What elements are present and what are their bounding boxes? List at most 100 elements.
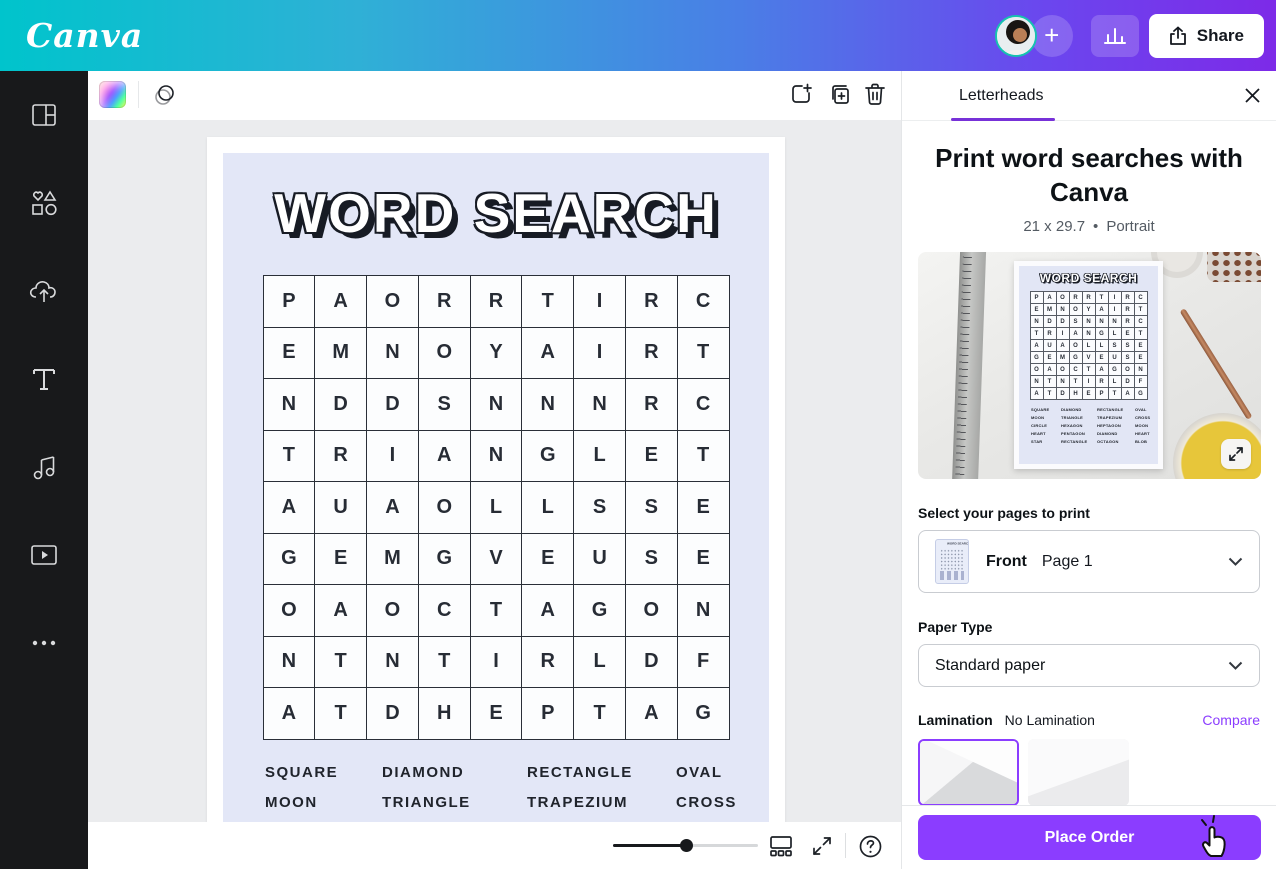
word-list-item: DIAMOND: [382, 764, 527, 781]
word-list-item: RECTANGLE: [1061, 439, 1097, 444]
grid-cell: S: [419, 379, 470, 430]
grid-cell: N: [471, 431, 522, 482]
delete-page-icon[interactable]: [863, 82, 887, 107]
close-icon: [1243, 86, 1262, 105]
editor-area: WORD SEARCH PAORRTIRCEMNOYAIRTNDDSNNNRCT…: [88, 71, 901, 869]
overlapping-circles-button[interactable]: [151, 81, 179, 114]
grid-cell: R: [626, 328, 677, 379]
grid-cell: R: [1122, 292, 1134, 303]
expand-preview-button[interactable]: [1221, 439, 1251, 469]
word-list-item: HEXAGON: [1061, 423, 1097, 428]
zoom-slider-thumb[interactable]: [680, 839, 693, 852]
grid-cell: O: [1122, 364, 1134, 375]
lamination-swatch-image: [920, 741, 1017, 804]
page-select-dropdown[interactable]: WORD SEARCH Front Page 1: [918, 530, 1260, 593]
design-page[interactable]: WORD SEARCH PAORRTIRCEMNOYAIRTNDDSNNNRCT…: [207, 137, 785, 822]
sidebar-item-audio[interactable]: [0, 423, 88, 511]
grid-cell: N: [1057, 376, 1069, 387]
grid-cell: H: [1070, 388, 1082, 399]
grid-cell: I: [367, 431, 418, 482]
sidebar-item-elements[interactable]: [0, 159, 88, 247]
overlapping-circles-icon: [151, 81, 179, 109]
grid-cell: A: [1122, 388, 1134, 399]
tab-letterheads[interactable]: Letterheads: [959, 87, 1044, 105]
grid-cell: I: [1057, 328, 1069, 339]
lamination-option-laminated[interactable]: [1028, 739, 1129, 806]
grid-cell: O: [419, 482, 470, 533]
grid-cell: T: [1044, 376, 1056, 387]
grid-cell: R: [1122, 316, 1134, 327]
word-search-grid: PAORRTIRCEMNOYAIRTNDDSNNNRCTRIANGLETAUAO…: [263, 275, 730, 740]
grid-cell: G: [1031, 352, 1043, 363]
grid-cell: L: [1096, 340, 1108, 351]
grid-cell: E: [1135, 340, 1147, 351]
grid-cell: N: [522, 379, 573, 430]
grid-cell: Y: [471, 328, 522, 379]
share-button[interactable]: Share: [1149, 14, 1264, 58]
grid-cell: N: [1109, 316, 1121, 327]
help-button[interactable]: [858, 834, 883, 864]
grid-cell: L: [574, 637, 625, 688]
grid-cell: T: [315, 688, 366, 739]
canva-logo[interactable]: Canva: [26, 16, 143, 55]
pages-view-button[interactable]: [768, 834, 794, 863]
place-order-button[interactable]: Place Order: [918, 815, 1261, 860]
grid-cell: E: [522, 534, 573, 585]
avatar[interactable]: [995, 15, 1037, 57]
sidebar-item-more[interactable]: [0, 599, 88, 687]
grid-cell: A: [315, 276, 366, 327]
duplicate-page-icon[interactable]: [826, 82, 851, 107]
compare-link[interactable]: Compare: [1202, 712, 1260, 728]
sidebar-item-uploads[interactable]: [0, 247, 88, 335]
elements-shapes-icon: [28, 187, 60, 219]
lamination-value: No Lamination: [1005, 712, 1095, 728]
sidebar-item-videos[interactable]: [0, 511, 88, 599]
pen-photo-prop: [1180, 308, 1253, 420]
zoom-slider[interactable]: [613, 844, 758, 847]
fullscreen-button[interactable]: [810, 834, 834, 863]
size-orientation: 21 x 29.7 • Portrait: [902, 218, 1276, 235]
word-list-item: MOON: [1135, 423, 1158, 428]
grid-cell: T: [264, 431, 315, 482]
grid-cell: R: [1083, 292, 1095, 303]
grid-cell: L: [471, 482, 522, 533]
grid-cell: O: [1070, 304, 1082, 315]
grid-cell: R: [626, 276, 677, 327]
grid-cell: I: [574, 328, 625, 379]
sidebar-item-text[interactable]: [0, 335, 88, 423]
close-panel-button[interactable]: [1243, 86, 1262, 110]
page-thumbnail-grid: [940, 549, 964, 571]
grid-cell: N: [367, 328, 418, 379]
word-list-item: MOON: [1031, 415, 1061, 420]
grid-cell: N: [1083, 328, 1095, 339]
grid-cell: E: [264, 328, 315, 379]
grid-cell: A: [1096, 304, 1108, 315]
background-color-swatch[interactable]: [99, 81, 126, 108]
add-page-icon[interactable]: [789, 82, 814, 107]
preview-sheet: WORD SEARCH PAORRTIRCEMNOYAIRTNDDSNNNRCT…: [1014, 261, 1163, 469]
grid-cell: S: [1122, 340, 1134, 351]
plus-icon: +: [1044, 20, 1059, 51]
grid-cell: O: [1057, 292, 1069, 303]
grid-cell: T: [1135, 304, 1147, 315]
tab-active-underline: [951, 118, 1055, 121]
grid-cell: A: [315, 585, 366, 636]
grid-cell: D: [367, 688, 418, 739]
add-member-button[interactable]: +: [1031, 15, 1073, 57]
lamination-option-none[interactable]: [918, 739, 1019, 806]
print-preview-image[interactable]: WORD SEARCH PAORRTIRCEMNOYAIRTNDDSNNNRCT…: [918, 252, 1261, 479]
lamination-options: [918, 739, 1260, 806]
paper-type-dropdown[interactable]: Standard paper: [918, 644, 1260, 687]
page-thumbnail-title: WORD SEARCH: [947, 542, 957, 545]
grid-cell: U: [1044, 340, 1056, 351]
design-canvas[interactable]: WORD SEARCH PAORRTIRCEMNOYAIRTNDDSNNNRCT…: [88, 120, 901, 822]
preview-sheet-grid: PAORRTIRCEMNOYAIRTNDDSNNNRCTRIANGLETAUAO…: [1030, 291, 1148, 400]
panel-heading: Print word searches with Canva: [920, 141, 1258, 209]
grid-cell: T: [1070, 376, 1082, 387]
insights-button[interactable]: [1091, 15, 1139, 57]
sidebar-item-design[interactable]: [0, 71, 88, 159]
grid-cell: E: [678, 534, 729, 585]
word-list-item: HEART: [1135, 431, 1158, 436]
grid-cell: U: [1109, 352, 1121, 363]
grid-cell: I: [471, 637, 522, 688]
